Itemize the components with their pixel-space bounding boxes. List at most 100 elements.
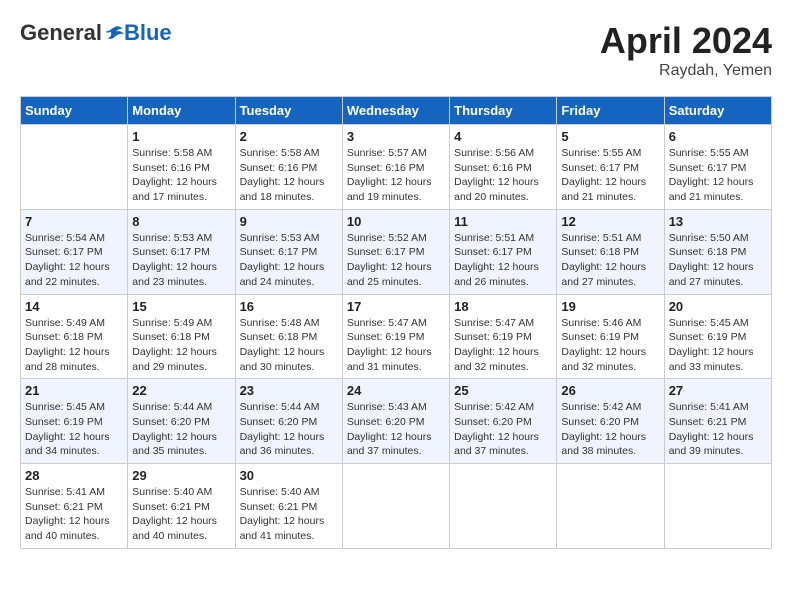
day-number: 4: [454, 129, 552, 144]
calendar-cell: 28 Sunrise: 5:41 AMSunset: 6:21 PMDayligh…: [21, 464, 128, 549]
day-number: 14: [25, 299, 123, 314]
day-number: 28: [25, 468, 123, 483]
day-number: 22: [132, 383, 230, 398]
calendar-cell: 26Sunrise: 5:42 AMSunset: 6:20 PMDayligh…: [557, 379, 664, 464]
day-number: 10: [347, 214, 445, 229]
day-info: Sunrise: 5:49 AMSunset: 6:18 PMDaylight:…: [132, 316, 230, 375]
calendar-cell: [557, 464, 664, 549]
header-friday: Friday: [557, 97, 664, 125]
day-info: Sunrise: 5:48 AMSunset: 6:18 PMDaylight:…: [240, 316, 338, 375]
day-info: Sunrise: 5:55 AMSunset: 6:17 PMDaylight:…: [561, 146, 659, 205]
calendar-cell: 29 Sunrise: 5:40 AMSunset: 6:21 PMDayligh…: [128, 464, 235, 549]
calendar-table: SundayMondayTuesdayWednesdayThursdayFrid…: [20, 96, 772, 549]
calendar-cell: 7 Sunrise: 5:54 AMSunset: 6:17 PMDaylight…: [21, 209, 128, 294]
day-number: 5: [561, 129, 659, 144]
logo: General Blue: [20, 20, 172, 46]
calendar-cell: 23 Sunrise: 5:44 AMSunset: 6:20 PMDayligh…: [235, 379, 342, 464]
day-info: Sunrise: 5:43 AMSunset: 6:20 PMDaylight:…: [347, 400, 445, 459]
calendar-cell: 4 Sunrise: 5:56 AMSunset: 6:16 PMDaylight…: [450, 125, 557, 210]
day-info: Sunrise: 5:40 AMSunset: 6:21 PMDaylight:…: [132, 485, 230, 544]
calendar-cell: 13 Sunrise: 5:50 AMSunset: 6:18 PMDayligh…: [664, 209, 771, 294]
day-info: Sunrise: 5:45 AMSunset: 6:19 PMDaylight:…: [25, 400, 123, 459]
calendar-header-row: SundayMondayTuesdayWednesdayThursdayFrid…: [21, 97, 772, 125]
calendar-cell: 12 Sunrise: 5:51 AMSunset: 6:18 PMDayligh…: [557, 209, 664, 294]
month-title: April 2024: [600, 20, 772, 62]
logo-general-text: General: [20, 20, 102, 46]
day-info: Sunrise: 5:58 AMSunset: 6:16 PMDaylight:…: [240, 146, 338, 205]
calendar-week-1: 1 Sunrise: 5:58 AMSunset: 6:16 PMDaylight…: [21, 125, 772, 210]
calendar-week-2: 7 Sunrise: 5:54 AMSunset: 6:17 PMDaylight…: [21, 209, 772, 294]
day-info: Sunrise: 5:42 AMSunset: 6:20 PMDaylight:…: [454, 400, 552, 459]
day-info: Sunrise: 5:46 AMSunset: 6:19 PMDaylight:…: [561, 316, 659, 375]
day-info: Sunrise: 5:50 AMSunset: 6:18 PMDaylight:…: [669, 231, 767, 290]
calendar-cell: 30 Sunrise: 5:40 AMSunset: 6:21 PMDayligh…: [235, 464, 342, 549]
title-block: April 2024 Raydah, Yemen: [600, 20, 772, 80]
day-number: 19: [561, 299, 659, 314]
calendar-week-3: 14 Sunrise: 5:49 AMSunset: 6:18 PMDayligh…: [21, 294, 772, 379]
day-number: 30: [240, 468, 338, 483]
calendar-cell: 1 Sunrise: 5:58 AMSunset: 6:16 PMDaylight…: [128, 125, 235, 210]
calendar-cell: 6 Sunrise: 5:55 AMSunset: 6:17 PMDaylight…: [664, 125, 771, 210]
day-info: Sunrise: 5:56 AMSunset: 6:16 PMDaylight:…: [454, 146, 552, 205]
calendar-cell: 16Sunrise: 5:48 AMSunset: 6:18 PMDayligh…: [235, 294, 342, 379]
day-info: Sunrise: 5:49 AMSunset: 6:18 PMDaylight:…: [25, 316, 123, 375]
day-number: 7: [25, 214, 123, 229]
day-number: 2: [240, 129, 338, 144]
day-info: Sunrise: 5:58 AMSunset: 6:16 PMDaylight:…: [132, 146, 230, 205]
calendar-cell: 3 Sunrise: 5:57 AMSunset: 6:16 PMDaylight…: [342, 125, 449, 210]
calendar-cell: [21, 125, 128, 210]
day-number: 3: [347, 129, 445, 144]
calendar-cell: 18 Sunrise: 5:47 AMSunset: 6:19 PMDayligh…: [450, 294, 557, 379]
calendar-cell: [342, 464, 449, 549]
header-wednesday: Wednesday: [342, 97, 449, 125]
header-thursday: Thursday: [450, 97, 557, 125]
day-info: Sunrise: 5:53 AMSunset: 6:17 PMDaylight:…: [240, 231, 338, 290]
calendar-cell: 17Sunrise: 5:47 AMSunset: 6:19 PMDayligh…: [342, 294, 449, 379]
day-number: 11: [454, 214, 552, 229]
calendar-cell: [664, 464, 771, 549]
calendar-cell: 15Sunrise: 5:49 AMSunset: 6:18 PMDayligh…: [128, 294, 235, 379]
logo-blue-text: Blue: [124, 20, 172, 46]
day-number: 26: [561, 383, 659, 398]
day-number: 6: [669, 129, 767, 144]
calendar-cell: 11 Sunrise: 5:51 AMSunset: 6:17 PMDayligh…: [450, 209, 557, 294]
day-info: Sunrise: 5:57 AMSunset: 6:16 PMDaylight:…: [347, 146, 445, 205]
day-number: 12: [561, 214, 659, 229]
logo-bird-icon: [104, 23, 124, 43]
header-sunday: Sunday: [21, 97, 128, 125]
day-info: Sunrise: 5:44 AMSunset: 6:20 PMDaylight:…: [240, 400, 338, 459]
calendar-cell: 8 Sunrise: 5:53 AMSunset: 6:17 PMDaylight…: [128, 209, 235, 294]
calendar-cell: 20 Sunrise: 5:45 AMSunset: 6:19 PMDayligh…: [664, 294, 771, 379]
day-info: Sunrise: 5:40 AMSunset: 6:21 PMDaylight:…: [240, 485, 338, 544]
day-info: Sunrise: 5:51 AMSunset: 6:17 PMDaylight:…: [454, 231, 552, 290]
day-number: 1: [132, 129, 230, 144]
day-info: Sunrise: 5:41 AMSunset: 6:21 PMDaylight:…: [669, 400, 767, 459]
calendar-cell: 5 Sunrise: 5:55 AMSunset: 6:17 PMDaylight…: [557, 125, 664, 210]
day-number: 27: [669, 383, 767, 398]
day-number: 18: [454, 299, 552, 314]
day-number: 23: [240, 383, 338, 398]
calendar-cell: 9 Sunrise: 5:53 AMSunset: 6:17 PMDaylight…: [235, 209, 342, 294]
calendar-week-4: 21Sunrise: 5:45 AMSunset: 6:19 PMDayligh…: [21, 379, 772, 464]
calendar-cell: 10 Sunrise: 5:52 AMSunset: 6:17 PMDayligh…: [342, 209, 449, 294]
day-info: Sunrise: 5:47 AMSunset: 6:19 PMDaylight:…: [454, 316, 552, 375]
day-info: Sunrise: 5:52 AMSunset: 6:17 PMDaylight:…: [347, 231, 445, 290]
location-text: Raydah, Yemen: [600, 62, 772, 80]
day-info: Sunrise: 5:54 AMSunset: 6:17 PMDaylight:…: [25, 231, 123, 290]
day-info: Sunrise: 5:47 AMSunset: 6:19 PMDaylight:…: [347, 316, 445, 375]
day-info: Sunrise: 5:45 AMSunset: 6:19 PMDaylight:…: [669, 316, 767, 375]
day-number: 8: [132, 214, 230, 229]
calendar-cell: 27 Sunrise: 5:41 AMSunset: 6:21 PMDayligh…: [664, 379, 771, 464]
day-info: Sunrise: 5:51 AMSunset: 6:18 PMDaylight:…: [561, 231, 659, 290]
calendar-cell: 22Sunrise: 5:44 AMSunset: 6:20 PMDayligh…: [128, 379, 235, 464]
day-info: Sunrise: 5:55 AMSunset: 6:17 PMDaylight:…: [669, 146, 767, 205]
day-info: Sunrise: 5:41 AMSunset: 6:21 PMDaylight:…: [25, 485, 123, 544]
calendar-cell: 25 Sunrise: 5:42 AMSunset: 6:20 PMDayligh…: [450, 379, 557, 464]
day-number: 20: [669, 299, 767, 314]
day-number: 13: [669, 214, 767, 229]
day-number: 29: [132, 468, 230, 483]
day-number: 9: [240, 214, 338, 229]
calendar-cell: [450, 464, 557, 549]
day-number: 25: [454, 383, 552, 398]
day-info: Sunrise: 5:53 AMSunset: 6:17 PMDaylight:…: [132, 231, 230, 290]
